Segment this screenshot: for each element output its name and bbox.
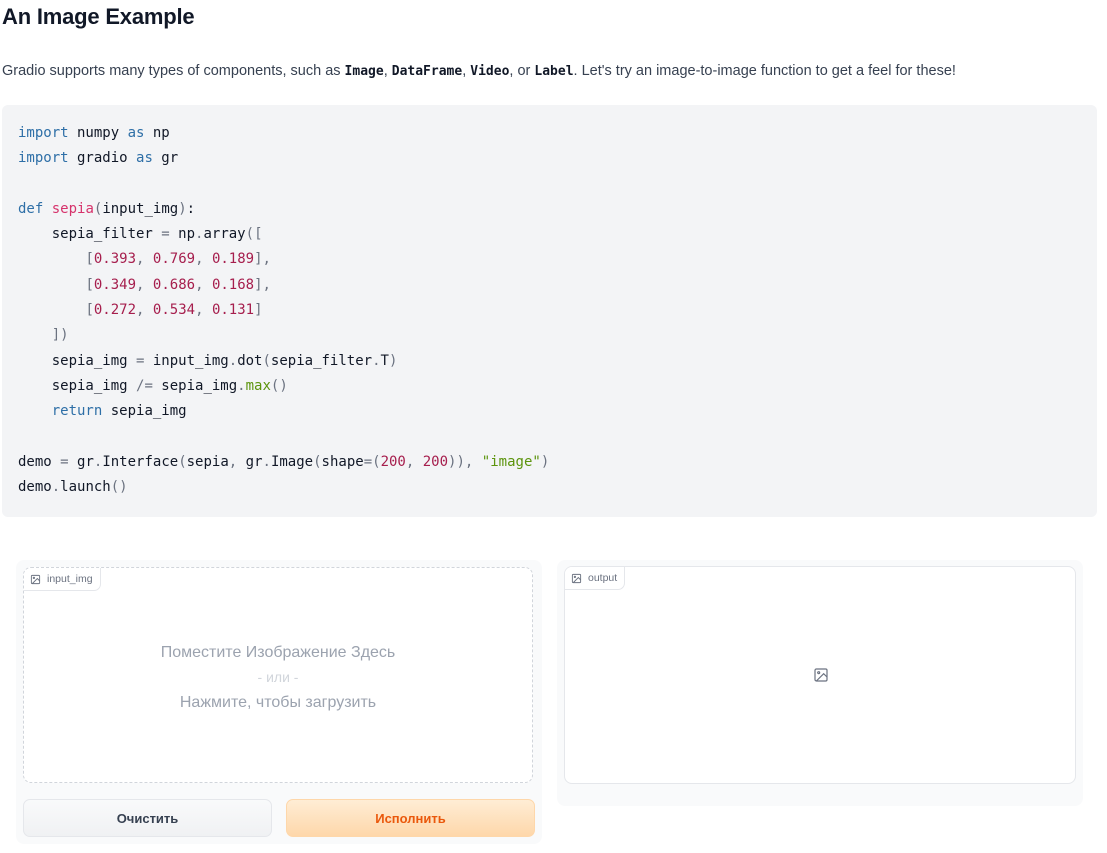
upload-instructions: Поместите Изображение Здесь - или - Нажм… [24,640,532,715]
code-line: return sepia_img [51,403,187,420]
input-panel: input_img Поместите Изображение Здесь - … [16,560,542,844]
code-content: import numpy as np import gradio as gr d… [18,121,1081,500]
drop-text: Поместите Изображение Здесь [160,644,396,661]
submit-button[interactable]: Исполнить [286,799,535,837]
inline-code-image: Image [344,64,384,79]
click-upload-text: Нажмите, чтобы загрузить [179,694,377,711]
code-line: [0.272, 0.534, 0.131] [85,302,263,319]
output-panel: output [557,560,1083,806]
inline-code-dataframe: DataFrame [391,64,463,79]
code-line: [0.349, 0.686, 0.168], [85,276,271,293]
clear-button[interactable]: Очистить [23,799,272,837]
image-icon [30,574,41,585]
intro-paragraph: Gradio supports many types of components… [2,63,956,79]
code-line: import numpy as np [18,125,170,141]
image-upload-dropzone[interactable]: input_img Поместите Изображение Здесь - … [23,567,533,783]
output-image-area: output [564,566,1076,784]
code-line: [0.393, 0.769, 0.189], [85,251,271,268]
input-label: input_img [24,568,101,591]
code-line: def sepia(input_img): [18,200,196,217]
code-line: demo.launch() [18,479,128,496]
code-block: import numpy as np import gradio as gr d… [2,105,1097,517]
code-line: demo = gr.Interface(sepia, gr.Image(shap… [18,453,550,470]
or-text: - или - [257,669,299,685]
code-line: sepia_filter = np.array([ [18,226,263,243]
code-line: sepia_img /= sepia_img.max() [18,377,288,394]
code-line: sepia_img = input_img.dot(sepia_filter.T… [18,352,398,369]
image-icon [571,573,582,584]
output-label: output [565,567,626,590]
output-label-text: output [588,572,618,584]
inline-code-video: Video [470,64,510,79]
image-placeholder-icon [813,667,829,688]
inline-code-label: Label [534,64,574,79]
code-line: ]) [51,327,69,344]
input-label-text: input_img [47,573,93,585]
code-line: import gradio as gr [18,150,179,167]
page-title: An Image Example [2,4,195,29]
